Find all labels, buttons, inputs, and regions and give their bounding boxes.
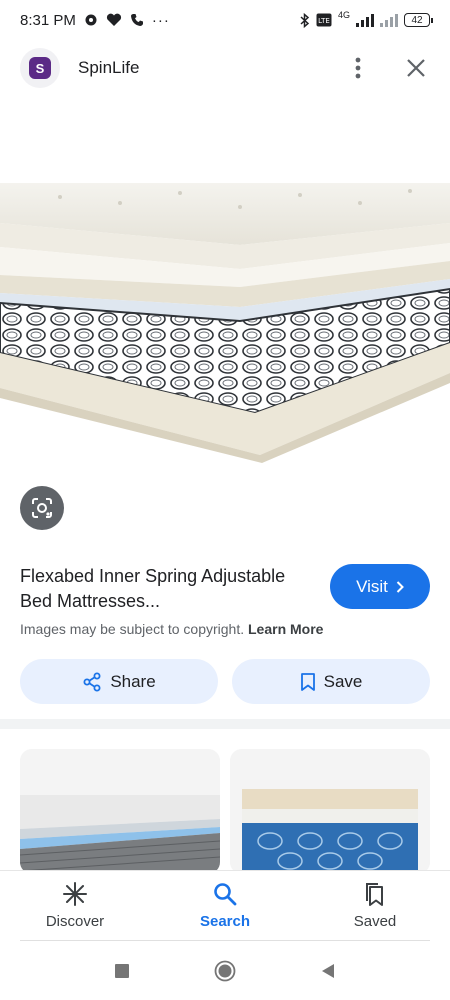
header: S SpinLife — [0, 40, 450, 96]
bookmark-icon — [300, 672, 315, 691]
nav-separator — [20, 940, 430, 941]
chevron-right-icon — [396, 580, 404, 593]
signal-weak-icon — [380, 14, 398, 27]
visit-label: Visit — [356, 576, 388, 596]
nav-saved[interactable]: Saved — [300, 871, 450, 940]
related-image-2[interactable] — [230, 749, 430, 874]
copyright-text: Images may be subject to copyright. — [20, 621, 245, 637]
phone-icon — [130, 14, 143, 26]
battery-level: 42 — [411, 14, 423, 26]
lens-button[interactable] — [20, 486, 64, 530]
heart-icon — [106, 13, 121, 26]
nav-search[interactable]: Search — [150, 871, 300, 940]
site-logo[interactable]: S — [20, 48, 60, 88]
main-product-image[interactable] — [0, 183, 450, 463]
lens-icon — [32, 498, 52, 518]
battery-icon: 42 — [404, 13, 433, 27]
learn-more-link[interactable]: Learn More — [248, 621, 323, 637]
status-time: 8:31 PM — [20, 11, 76, 29]
share-button[interactable]: Share — [20, 659, 218, 704]
result-title: Flexabed Inner Spring Adjustable Bed Mat… — [20, 566, 286, 611]
related-image-1[interactable] — [20, 749, 220, 874]
site-name[interactable]: SpinLife — [78, 58, 139, 78]
more-options-icon[interactable] — [344, 54, 372, 82]
search-icon — [214, 883, 237, 906]
more-notifications-icon: ··· — [151, 11, 170, 29]
nav-discover[interactable]: Discover — [0, 871, 150, 940]
recents-icon[interactable] — [114, 963, 130, 979]
status-bar: 8:31 PM ··· LTE 4G 42 — [0, 0, 450, 40]
bookmarks-icon — [366, 883, 383, 906]
logo-letter: S — [29, 57, 51, 79]
close-icon[interactable] — [402, 54, 430, 82]
home-icon[interactable] — [214, 960, 236, 982]
save-button[interactable]: Save — [232, 659, 430, 704]
copyright-notice: Images may be subject to copyright. Lear… — [20, 621, 323, 637]
asterisk-icon — [63, 882, 87, 906]
nav-search-label: Search — [199, 913, 251, 930]
volte-icon: LTE — [316, 13, 332, 27]
signal-icon — [356, 14, 374, 27]
bottom-nav: Discover Search Saved — [0, 870, 450, 940]
back-icon[interactable] — [320, 963, 336, 979]
nav-saved-label: Saved — [353, 913, 397, 930]
share-label: Share — [110, 671, 156, 691]
section-divider — [0, 719, 450, 729]
save-label: Save — [323, 671, 363, 691]
share-icon — [83, 672, 101, 691]
chat-icon — [85, 14, 97, 26]
bluetooth-icon — [300, 12, 310, 28]
system-nav-bar — [0, 942, 450, 1000]
svg-text:LTE: LTE — [318, 17, 330, 25]
network-type: 4G — [337, 10, 350, 20]
visit-button[interactable]: Visit — [330, 564, 430, 609]
nav-discover-label: Discover — [45, 913, 105, 930]
